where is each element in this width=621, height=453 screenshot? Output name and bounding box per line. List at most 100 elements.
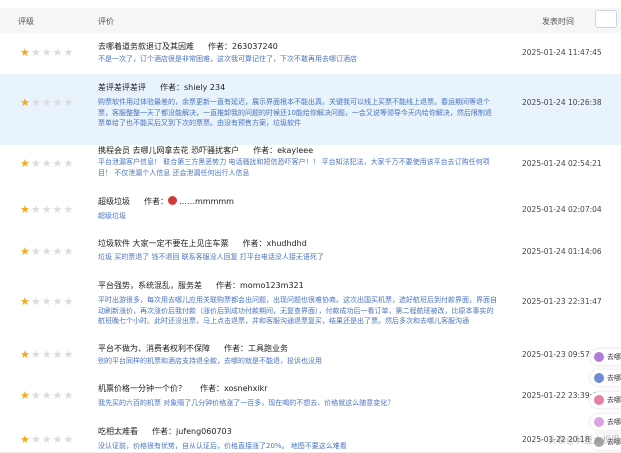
- review-row[interactable]: ★★★★★ 超级垃圾 作者： ……mmmmm 超级垃圾 2025-01-24 02:07:…: [0, 186, 621, 232]
- review-time: 2025-01-23 22:31:47: [522, 297, 602, 306]
- star-filled-icon: ★: [20, 96, 31, 109]
- author-prefix: 作者：: [208, 42, 232, 51]
- star-empty-icon: ★: [41, 157, 53, 170]
- star-empty-icon: ★: [63, 46, 75, 59]
- star-rating: ★★★★★: [20, 296, 74, 307]
- header-review: 评价: [98, 17, 114, 26]
- star-filled-icon: ★: [20, 46, 31, 59]
- star-empty-icon: ★: [63, 245, 75, 258]
- review-author: 作者：xhudhdhd: [243, 239, 307, 248]
- review-title[interactable]: 超级垃圾: [98, 197, 130, 206]
- review-title-line: 携程会员 去哪儿网拿去花 恐吓骚扰客户 作者：ekayleee: [98, 145, 313, 156]
- review-author: 作者：jufeng060703: [152, 427, 232, 436]
- side-panel-item[interactable]: 去哪: [590, 392, 621, 408]
- star-filled-icon: ★: [20, 245, 31, 258]
- review-title[interactable]: 垃圾软件 大家一定不要在上见庄车票: [98, 239, 229, 248]
- review-title[interactable]: 机票价格一分钟一个价？: [98, 384, 186, 393]
- review-title[interactable]: 吃相太难看: [98, 427, 138, 436]
- review-body: 垃圾 买的票退了 钱不退回 联系客服没人回复 打平台电话没人接无语死了: [98, 253, 324, 261]
- star-empty-icon: ★: [63, 96, 75, 109]
- star-empty-icon: ★: [30, 245, 42, 258]
- review-row[interactable]: ★★★★★ 吃相太难看 作者：jufeng060703 没认证前，价格很有优势，自从认…: [0, 410, 621, 453]
- star-empty-icon: ★: [30, 203, 42, 216]
- user-avatar-icon: [594, 352, 604, 362]
- review-time: 2025-01-24 02:07:04: [522, 205, 602, 214]
- user-avatar-icon: [594, 373, 604, 383]
- star-empty-icon: ★: [63, 389, 75, 402]
- star-empty-icon: ★: [63, 433, 75, 446]
- star-empty-icon: ★: [63, 348, 75, 361]
- review-row[interactable]: ★★★★★ 去哪着道务款退订及其因难 作者：263037240 不是一次了，订个酒店很…: [0, 33, 621, 75]
- review-row[interactable]: ★★★★★ 平台强势，系统混乱，服务差 作者：momo123m321 平时出游很多，每…: [0, 271, 621, 338]
- review-body: 购票软件用过体验最差的，余票更新一直有延迟，展示界面根本不能出真。关键我可以线上…: [98, 98, 492, 127]
- review-title-line: 平台强势，系统混乱，服务差 作者：momo123m321: [98, 280, 304, 291]
- review-title[interactable]: 平台不做为、消费者权利不保障: [98, 344, 210, 353]
- star-empty-icon: ★: [30, 295, 42, 308]
- star-empty-icon: ★: [63, 157, 75, 170]
- star-filled-icon: ★: [20, 433, 31, 446]
- review-body: 我先买的六百的机票 对象隔了几分钟价格涨了一百多，现在喝的不想去、价格就这么随意…: [98, 399, 395, 407]
- review-title[interactable]: 携程会员 去哪儿网拿去花 恐吓骚扰客户: [98, 146, 239, 155]
- watermark: 头条@科技大视界: [548, 436, 621, 446]
- review-title-line: 去哪着道务款退订及其因难 作者：263037240: [98, 41, 278, 52]
- review-row[interactable]: ★★★★★ 机票价格一分钟一个价？ 作者：xosnehxikr 我先买的六百的机票 对…: [0, 372, 621, 411]
- author-prefix: 作者：: [200, 384, 224, 393]
- star-empty-icon: ★: [30, 348, 42, 361]
- star-empty-icon: ★: [30, 389, 42, 402]
- star-empty-icon: ★: [63, 203, 75, 216]
- review-author: 作者：shiely 234: [160, 83, 225, 92]
- review-title[interactable]: 平台强势，系统混乱，服务差: [98, 281, 202, 290]
- review-row[interactable]: ★★★★★ 携程会员 去哪儿网拿去花 恐吓骚扰客户 作者：ekayleee 平台泄漏客…: [0, 145, 621, 187]
- side-panel-item[interactable]: 去哪: [590, 370, 621, 386]
- side-panel-label: 去哪: [607, 374, 621, 382]
- review-title-line: 机票价格一分钟一个价？ 作者：xosnehxikr: [98, 383, 268, 394]
- author-prefix: 作者：: [216, 281, 240, 290]
- star-rating: ★★★★★: [20, 47, 74, 58]
- user-avatar-icon: [594, 417, 604, 427]
- review-title-line: 超级垃圾 作者： ……mmmmm: [98, 196, 234, 207]
- star-filled-icon: ★: [20, 157, 31, 170]
- review-author: 作者：xosnehxikr: [200, 384, 268, 393]
- author-prefix: 作者：: [160, 83, 184, 92]
- review-row[interactable]: ★★★★★ 差评差评差评 作者：shiely 234 购票软件用过体验最差的，余票更新…: [0, 74, 621, 146]
- star-empty-icon: ★: [52, 46, 64, 59]
- review-author: 作者：momo123m321: [216, 281, 304, 290]
- author-name: 263037240: [232, 42, 278, 51]
- star-filled-icon: ★: [20, 295, 31, 308]
- review-body: 平台泄漏客户信息！ 联合第三方黑恶势力 电话骚扰和短信恐吓客户！！ 平台知法犯法…: [98, 158, 490, 177]
- review-title-line: 垃圾软件 大家一定不要在上见庄车票 作者：xhudhdhd: [98, 238, 307, 249]
- star-rating: ★★★★★: [20, 204, 74, 215]
- star-empty-icon: ★: [30, 46, 42, 59]
- star-rating: ★★★★★: [20, 158, 74, 169]
- side-panel-label: 去哪: [607, 418, 621, 426]
- user-avatar-icon: [594, 395, 604, 405]
- side-panel-item[interactable]: 去哪: [590, 414, 621, 430]
- star-rating: ★★★★★: [20, 246, 74, 257]
- review-row[interactable]: ★★★★★ 垃圾软件 大家一定不要在上见庄车票 作者：xhudhdhd 垃圾 买的票退…: [0, 231, 621, 272]
- review-title[interactable]: 差评差评差评: [98, 83, 146, 92]
- review-body: 超级垃圾: [98, 212, 126, 220]
- review-author: 作者：ekayleee: [253, 146, 313, 155]
- star-empty-icon: ★: [41, 295, 53, 308]
- author-name: momo123m321: [240, 281, 304, 290]
- author-name: xosnehxikr: [224, 384, 268, 393]
- star-filled-icon: ★: [20, 203, 31, 216]
- star-empty-icon: ★: [52, 203, 64, 216]
- review-title[interactable]: 去哪着道务款退订及其因难: [98, 42, 194, 51]
- author-prefix: 作者：: [253, 146, 278, 155]
- star-empty-icon: ★: [41, 433, 53, 446]
- review-title-line: 平台不做为、消费者权利不保障 作者：工具跑业务: [98, 343, 288, 354]
- author-prefix: 作者：: [224, 344, 248, 353]
- review-title-line: 吃相太难看 作者：jufeng060703: [98, 426, 232, 437]
- star-empty-icon: ★: [52, 433, 64, 446]
- star-empty-icon: ★: [41, 389, 53, 402]
- side-panel-item[interactable]: 去哪: [590, 349, 621, 365]
- review-body: 没认证前，价格很有优势，自从认证后，价格直接涨了20%。 地图不要这么难看: [98, 442, 347, 450]
- author-prefix: 作者：: [144, 197, 168, 206]
- top-right-button[interactable]: [595, 10, 617, 28]
- review-body: 不是一次了，订个酒店很是非常困难，这次我可算记住了，下次不敢再用去哪订酒店: [98, 55, 357, 63]
- star-filled-icon: ★: [20, 348, 31, 361]
- review-row[interactable]: ★★★★★ 平台不做为、消费者权利不保障 作者：工具跑业务 别的平台同样的机票和酒店支…: [0, 337, 621, 373]
- review-title-line: 差评差评差评 作者：shiely 234: [98, 82, 225, 93]
- author-name: shiely 234: [184, 83, 226, 92]
